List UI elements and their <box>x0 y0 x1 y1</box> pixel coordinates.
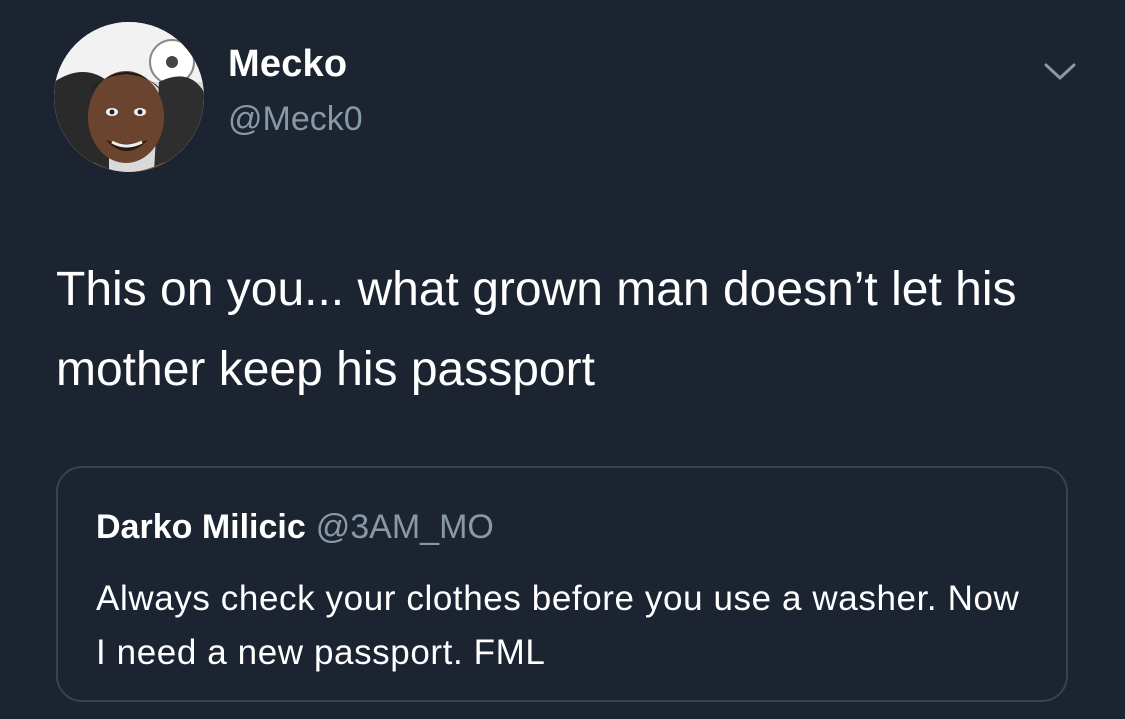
avatar[interactable] <box>54 22 204 172</box>
quoted-author-handle: @3AM_MO <box>315 508 494 546</box>
tweet-text: This on you... what grown man doesn’t le… <box>56 263 1017 396</box>
quoted-tweet-text: Always check your clothes before you use… <box>96 579 1020 672</box>
quoted-author-name: Darko Milicic <box>96 508 306 546</box>
chevron-down-icon[interactable] <box>1040 56 1080 86</box>
quoted-tweet-card[interactable]: Darko Milicic @3AM_MO Always check your c… <box>56 466 1068 702</box>
author-handle[interactable]: @Meck0 <box>228 100 363 139</box>
profile-photo-icon <box>54 22 204 172</box>
quoted-tweet-header: Darko Milicic @3AM_MO <box>96 508 494 547</box>
author-name[interactable]: Mecko <box>228 43 347 86</box>
tweet: Mecko @Meck0 This on you... what grown m… <box>0 0 1125 719</box>
